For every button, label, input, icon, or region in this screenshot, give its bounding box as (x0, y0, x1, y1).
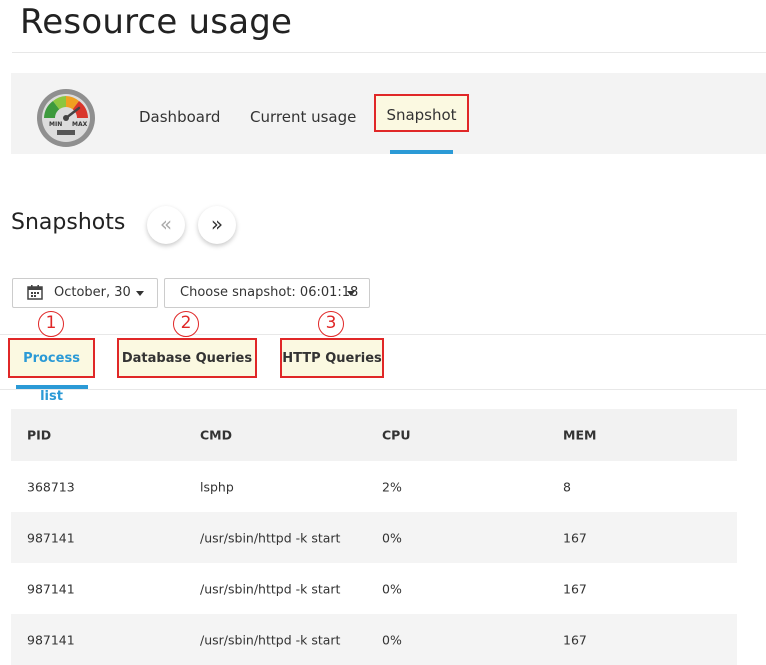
cell-pid: 987141 (27, 581, 75, 596)
column-header-pid[interactable]: PID (27, 428, 51, 443)
snapshot-time-dropdown[interactable]: Choose snapshot: 06:01:18 (164, 278, 370, 308)
tab-current-usage[interactable]: Current usage (250, 97, 356, 137)
cell-cmd: /usr/sbin/httpd -k start (200, 581, 341, 596)
tab-database-queries[interactable]: Database Queries (117, 338, 257, 378)
table-header-row: PID CMD CPU MEM (11, 409, 737, 461)
table-row: 368713 lsphp 2% 8 (11, 461, 737, 512)
cell-pid: 987141 (27, 530, 75, 545)
column-header-mem[interactable]: MEM (563, 428, 596, 443)
resource-nav-panel: MIN MAX Dashboard Current usage Snapshot (11, 73, 766, 154)
subtabs-top-divider (0, 334, 766, 335)
cell-cpu: 0% (382, 581, 402, 596)
gauge-logo-icon: MIN MAX (37, 89, 95, 147)
cell-cpu: 2% (382, 479, 402, 494)
svg-text:MIN: MIN (49, 121, 62, 128)
subtabs-bottom-divider (0, 389, 766, 390)
cell-mem: 167 (563, 530, 587, 545)
table-row: 987141 /usr/sbin/httpd -k start 0% 167 (11, 614, 737, 665)
cell-pid: 987141 (27, 632, 75, 647)
previous-snapshot-button[interactable]: « (147, 206, 185, 244)
column-header-cpu[interactable]: CPU (382, 428, 411, 443)
cell-cmd: /usr/sbin/httpd -k start (200, 530, 341, 545)
process-table: PID CMD CPU MEM 368713 lsphp 2% 8 987141… (11, 409, 737, 665)
tab-snapshot[interactable]: Snapshot (374, 94, 469, 132)
title-divider (12, 52, 766, 53)
double-chevron-right-icon: » (210, 212, 224, 236)
annotation-badge-1: 1 (38, 311, 64, 337)
chevron-down-icon (347, 291, 355, 296)
snapshots-title: Snapshots (11, 210, 126, 235)
page-title: Resource usage (20, 2, 293, 42)
chevron-down-icon (136, 291, 144, 296)
cell-cpu: 0% (382, 632, 402, 647)
annotation-badge-3: 3 (318, 311, 344, 337)
tab-dashboard[interactable]: Dashboard (139, 97, 220, 137)
double-chevron-left-icon: « (159, 212, 173, 236)
cell-mem: 167 (563, 581, 587, 596)
next-snapshot-button[interactable]: » (198, 206, 236, 244)
calendar-icon (27, 285, 43, 300)
annotation-badge-2: 2 (173, 311, 199, 337)
svg-text:MAX: MAX (72, 121, 88, 128)
cell-cpu: 0% (382, 530, 402, 545)
active-subtab-indicator (16, 385, 88, 389)
cell-mem: 167 (563, 632, 587, 647)
active-tab-indicator (390, 150, 453, 154)
date-label: October, 30 (54, 285, 131, 300)
column-header-cmd[interactable]: CMD (200, 428, 232, 443)
tab-http-queries[interactable]: HTTP Queries (280, 338, 384, 378)
tab-process-list[interactable]: Process list (8, 338, 95, 404)
cell-pid: 368713 (27, 479, 75, 494)
table-row: 987141 /usr/sbin/httpd -k start 0% 167 (11, 563, 737, 614)
date-picker-dropdown[interactable]: October, 30 (12, 278, 158, 308)
cell-cmd: lsphp (200, 479, 234, 494)
cell-cmd: /usr/sbin/httpd -k start (200, 632, 341, 647)
snapshot-time-label: Choose snapshot: 06:01:18 (180, 285, 359, 300)
cell-mem: 8 (563, 479, 571, 494)
table-row: 987141 /usr/sbin/httpd -k start 0% 167 (11, 512, 737, 563)
